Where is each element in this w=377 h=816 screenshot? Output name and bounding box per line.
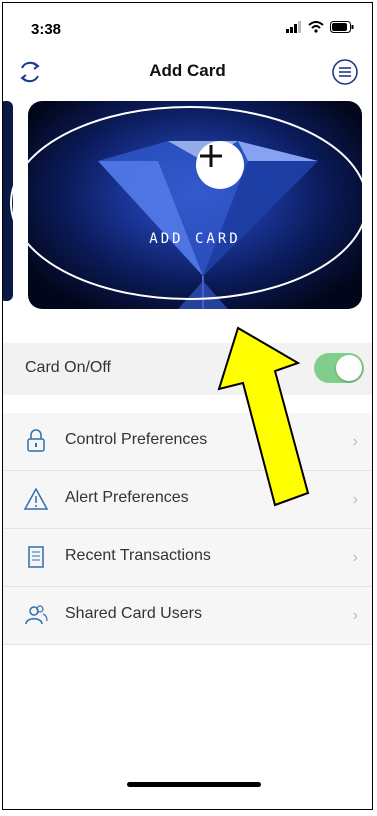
status-icons: [286, 21, 354, 33]
receipt-icon: [28, 546, 44, 568]
card-carousel[interactable]: ADD CARD: [3, 99, 372, 313]
toggle-knob: [336, 355, 362, 381]
phone-screen: 3:38 Add Card ADD CARD Card On/Off Contr…: [2, 2, 373, 810]
highlight-ellipse: [10, 106, 368, 300]
annotation-arrow-icon: [217, 326, 310, 507]
list-item-label: Control Preferences: [65, 431, 208, 448]
chevron-right-icon: ›: [352, 607, 358, 624]
list-item-label: Recent Transactions: [65, 547, 211, 564]
list-item-recent-transactions[interactable]: Recent Transactions ›: [3, 529, 372, 587]
card-onoff-toggle[interactable]: [314, 353, 364, 383]
list-item-shared-card-users[interactable]: Shared Card Users ›: [3, 587, 372, 645]
users-icon: [25, 605, 48, 625]
list-item-alert-preferences[interactable]: Alert Preferences ›: [3, 471, 372, 529]
lock-icon: [27, 429, 45, 452]
chevron-right-icon: ›: [352, 433, 358, 450]
card-onoff-label: Card On/Off: [25, 359, 111, 376]
signal-icon: [286, 21, 301, 33]
status-time: 3:38: [31, 21, 62, 38]
list-item-control-preferences[interactable]: Control Preferences ›: [3, 413, 372, 471]
status-bar: 3:38: [3, 3, 372, 47]
card-onoff-row: Card On/Off: [3, 343, 372, 395]
home-indicator: [127, 782, 261, 787]
battery-icon: [330, 21, 354, 33]
page-title: Add Card: [149, 61, 226, 80]
chevron-right-icon: ›: [352, 491, 358, 508]
menu-icon[interactable]: [330, 57, 360, 87]
list-item-label: Shared Card Users: [65, 605, 202, 622]
warning-icon: [23, 487, 49, 510]
nav-bar: Add Card: [3, 49, 372, 93]
preferences-list: Control Preferences › Alert Preferences …: [3, 413, 372, 645]
chevron-right-icon: ›: [352, 549, 358, 566]
wifi-icon: [308, 21, 324, 33]
list-item-label: Alert Preferences: [65, 489, 189, 506]
